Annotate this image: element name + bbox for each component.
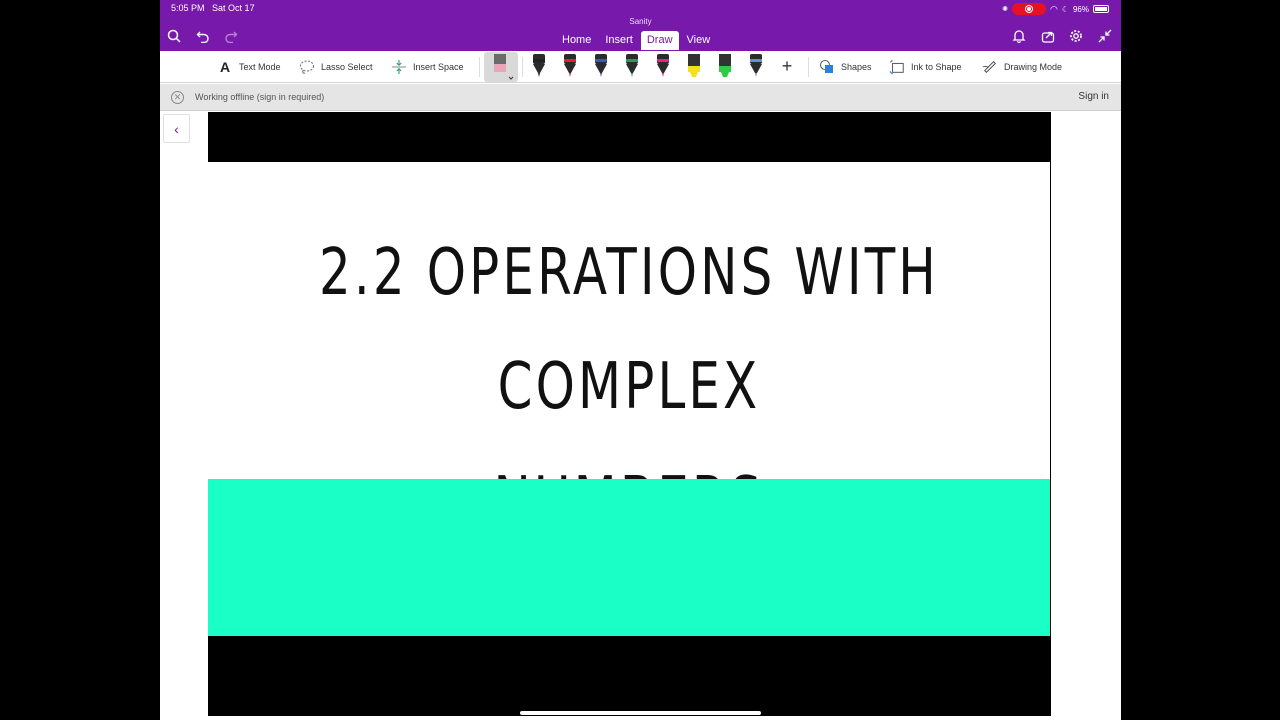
- sign-in-link[interactable]: Sign in: [1078, 91, 1109, 102]
- green-highlighter-icon[interactable]: [716, 53, 734, 79]
- tab-draw[interactable]: Draw: [640, 31, 679, 50]
- onenote-window: 5:05 PM Sat Oct 17 ✺ ◠ ☾ 96% Sanity Home…: [160, 0, 1121, 720]
- home-indicator[interactable]: [520, 711, 761, 715]
- eraser-tool[interactable]: [484, 52, 518, 82]
- green-pen-icon[interactable]: [623, 53, 641, 79]
- search-icon[interactable]: [165, 27, 183, 45]
- text-mode-button[interactable]: A Text Mode: [217, 58, 281, 76]
- lasso-select-label: Lasso Select: [321, 62, 373, 72]
- magenta-pen-icon[interactable]: [654, 53, 672, 79]
- undo-icon[interactable]: [194, 27, 212, 45]
- ribbon-divider: [479, 57, 480, 77]
- shapes-button[interactable]: Shapes: [819, 58, 872, 76]
- red-pen-icon[interactable]: [561, 53, 579, 79]
- ribbon-divider: [808, 57, 809, 77]
- share-icon[interactable]: [1039, 27, 1057, 45]
- settings-gear-icon[interactable]: [1067, 27, 1085, 45]
- insert-space-label: Insert Space: [413, 62, 464, 72]
- notebook-title: Sanity: [629, 17, 652, 26]
- ink-to-shape-label: Ink to Shape: [911, 62, 962, 72]
- status-time: 5:05 PM Sat Oct 17: [171, 3, 255, 13]
- dismiss-circle-icon[interactable]: ✕: [171, 91, 184, 104]
- draw-ribbon: A Text Mode Lasso Select Insert Space +: [160, 51, 1121, 83]
- status-date: Sat Oct 17: [212, 3, 255, 13]
- wifi-icon: ◠: [1049, 3, 1058, 14]
- insert-space-button[interactable]: Insert Space: [391, 58, 464, 76]
- insert-space-icon: [391, 59, 407, 75]
- moon-icon: ☾: [1061, 4, 1069, 14]
- ink-to-shape-toggle[interactable]: Ink to Shape: [889, 58, 962, 76]
- offline-banner: ✕ Working offline (sign in required) Sig…: [160, 84, 1121, 111]
- text-a-icon: A: [219, 59, 231, 75]
- lasso-icon: [299, 59, 315, 75]
- slide-accent-band: [208, 479, 1050, 636]
- add-pen-icon[interactable]: +: [779, 56, 795, 76]
- collapse-fullscreen-icon[interactable]: [1096, 27, 1114, 45]
- title-bar: 5:05 PM Sat Oct 17 ✺ ◠ ☾ 96% Sanity Home…: [160, 0, 1121, 51]
- chevron-left-icon: ‹: [174, 120, 179, 137]
- drawing-mode-label: Drawing Mode: [1004, 62, 1063, 72]
- shapes-label: Shapes: [841, 62, 872, 72]
- shapes-icon: [819, 59, 835, 75]
- galaxy-pen-icon[interactable]: [747, 53, 765, 79]
- drawing-mode-button[interactable]: Drawing Mode: [982, 58, 1062, 76]
- ink-to-shape-icon: [889, 59, 905, 75]
- battery-percent: 96%: [1072, 4, 1089, 14]
- tab-insert[interactable]: Insert: [599, 31, 639, 50]
- eraser-icon: [494, 54, 514, 80]
- yellow-highlighter-icon[interactable]: [685, 53, 703, 79]
- tab-home[interactable]: Home: [556, 31, 597, 50]
- text-mode-label: Text Mode: [239, 62, 281, 72]
- inserted-slide-image[interactable]: 2.2 OPERATIONS WITH COMPLEX NUMBERS: [208, 112, 1051, 716]
- offline-message: Working offline (sign in required): [195, 92, 325, 102]
- slide-title-line-1: 2.2 OPERATIONS WITH COMPLEX: [319, 236, 939, 424]
- black-pen-icon[interactable]: [530, 53, 548, 79]
- status-indicators: ✺ ◠ ☾ 96%: [1002, 3, 1109, 15]
- brightness-icon: ✺: [1002, 6, 1008, 13]
- notifications-bell-icon[interactable]: [1010, 27, 1028, 45]
- ribbon-tabs: Home Insert Draw View: [556, 31, 718, 50]
- blue-pen-icon[interactable]: [592, 53, 610, 79]
- ribbon-divider: [522, 57, 523, 77]
- back-button[interactable]: ‹: [163, 114, 190, 143]
- lasso-select-button[interactable]: Lasso Select: [299, 58, 373, 76]
- battery-icon: [1093, 5, 1109, 13]
- screen-recording-icon: [1011, 3, 1046, 15]
- redo-icon[interactable]: [222, 27, 240, 45]
- tab-view[interactable]: View: [681, 31, 717, 50]
- drawing-mode-icon: [982, 59, 998, 75]
